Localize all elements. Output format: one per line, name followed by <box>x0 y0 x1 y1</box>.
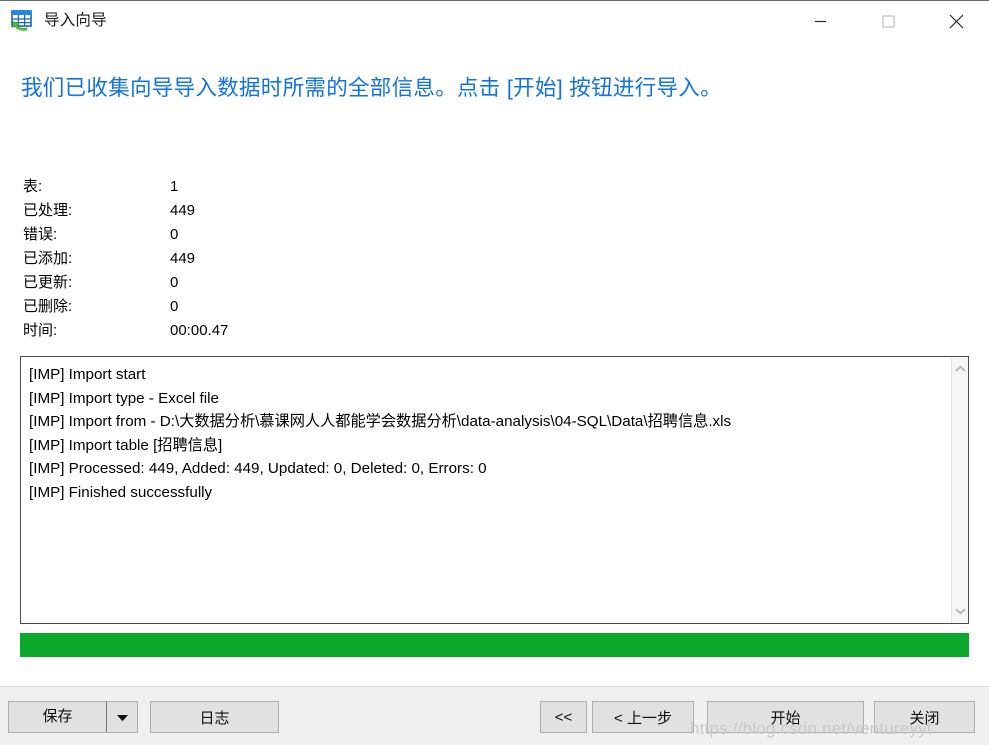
stat-value: 00:00.47 <box>170 322 229 339</box>
log-text-area[interactable]: [IMP] Import start [IMP] Import type - E… <box>21 357 951 623</box>
stat-value: 1 <box>170 178 179 195</box>
log-line: [IMP] Import type - Excel file <box>29 389 219 407</box>
stat-label: 已处理: <box>23 202 73 219</box>
stat-row: 已删除: 0 <box>23 295 228 319</box>
titlebar: 导入向导 <box>0 1 989 47</box>
log-line: [IMP] Finished successfully <box>29 483 213 501</box>
caret-down-icon[interactable] <box>106 702 137 732</box>
stat-row: 表: 1 <box>23 175 228 199</box>
first-step-button[interactable]: << <box>540 701 587 733</box>
import-wizard-window: 导入向导 我们已收集向导导入数据时所需的全部信息。点击 [开始] 按钮进行导入。… <box>0 0 989 745</box>
page-title: 我们已收集向导导入数据时所需的全部信息。点击 [开始] 按钮进行导入。 <box>21 76 722 100</box>
stat-value: 449 <box>170 202 196 219</box>
import-log-panel: [IMP] Import start [IMP] Import type - E… <box>20 356 969 624</box>
previous-step-button[interactable]: < 上一步 <box>592 701 694 733</box>
stat-row: 已添加: 449 <box>23 247 228 271</box>
stat-label: 已更新: <box>23 274 73 291</box>
stat-value: 449 <box>170 250 196 267</box>
save-button[interactable]: 保存 <box>8 701 138 733</box>
stat-label: 表: <box>23 178 43 195</box>
stat-row: 已更新: 0 <box>23 271 228 295</box>
minimize-icon[interactable] <box>797 1 843 41</box>
import-table-icon <box>11 10 35 32</box>
stat-label: 已添加: <box>23 250 73 267</box>
log-line: [IMP] Import table [招聘信息] <box>29 436 223 454</box>
log-button[interactable]: 日志 <box>150 701 279 733</box>
stat-value: 0 <box>170 274 179 291</box>
stat-label: 已删除: <box>23 298 73 315</box>
chevron-down-icon[interactable] <box>952 603 969 619</box>
log-line: [IMP] Import start <box>29 366 146 383</box>
progress-bar <box>20 633 969 657</box>
log-line: [IMP] Import from - D:\大数据分析\慕课网人人都能学会数据… <box>29 413 732 430</box>
stat-row: 时间: 00:00.47 <box>23 319 228 343</box>
stat-value: 0 <box>170 226 179 243</box>
maximize-icon[interactable] <box>865 1 911 41</box>
bottom-button-bar: 保存 日志 << < 上一步 开始 关闭 <box>0 686 989 745</box>
window-title: 导入向导 <box>44 12 107 29</box>
window-controls <box>797 1 989 41</box>
stat-label: 时间: <box>23 322 58 339</box>
progress-bar-fill <box>20 633 969 657</box>
save-button-label: 保存 <box>42 708 73 725</box>
stat-value: 0 <box>170 298 179 315</box>
stat-label: 错误: <box>23 226 58 243</box>
stat-row: 错误: 0 <box>23 223 228 247</box>
log-scrollbar[interactable] <box>951 357 968 623</box>
stat-row: 已处理: 449 <box>23 199 228 223</box>
titlebar-left: 导入向导 <box>0 1 107 32</box>
start-button[interactable]: 开始 <box>707 701 864 733</box>
import-statistics: 表: 1 已处理: 449 错误: 0 已添加: 449 已更新: 0 已删除:… <box>23 175 228 343</box>
close-icon[interactable] <box>933 1 979 41</box>
chevron-up-icon[interactable] <box>952 361 969 377</box>
close-button[interactable]: 关闭 <box>874 701 975 733</box>
log-line: [IMP] Processed: 449, Added: 449, Update… <box>29 460 487 477</box>
